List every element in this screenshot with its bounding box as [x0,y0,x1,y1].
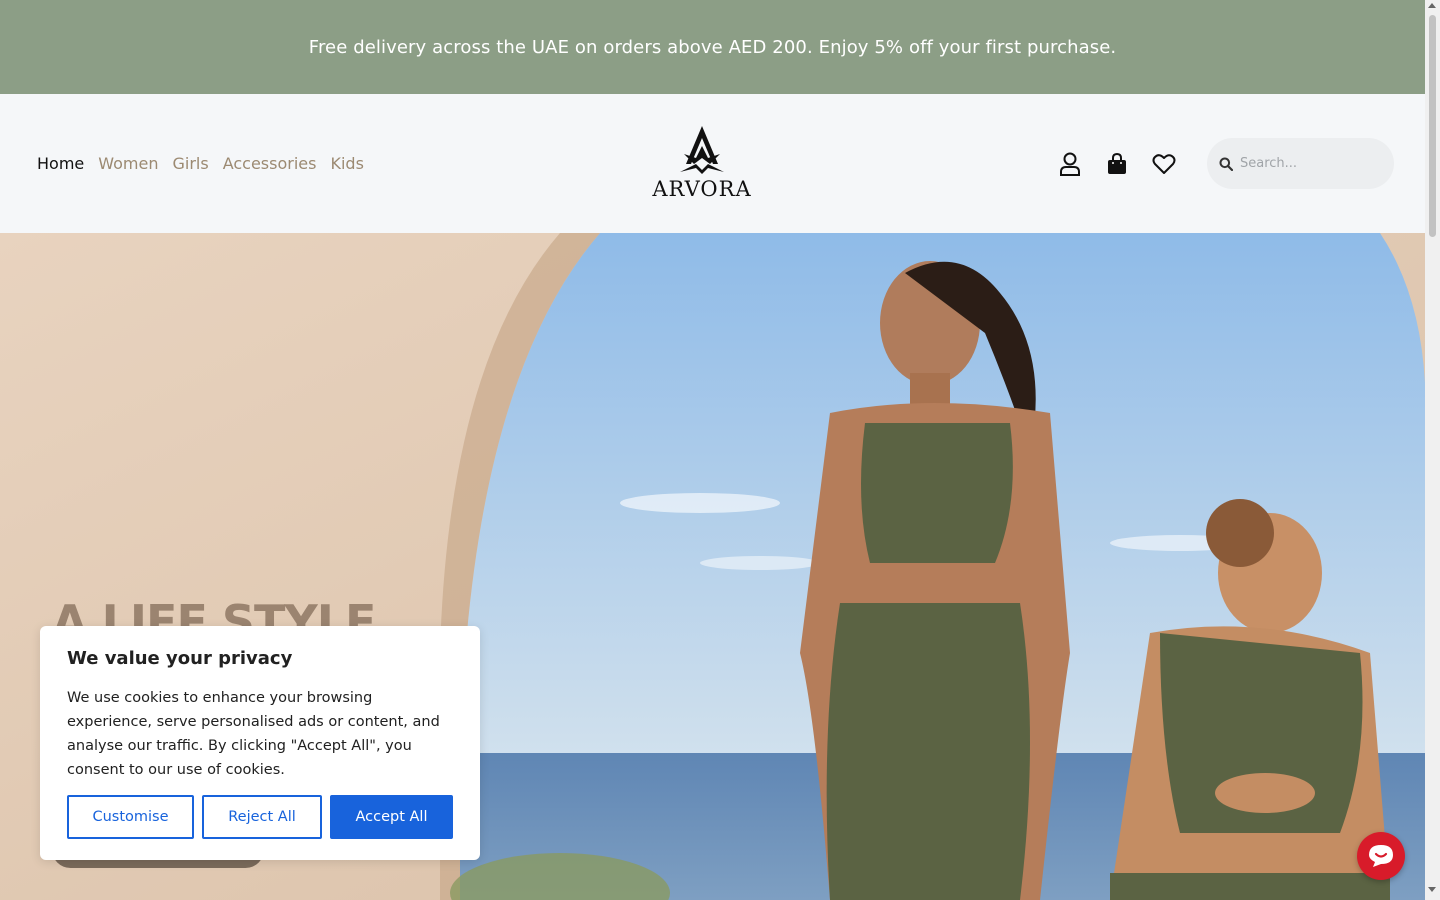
search-box [1207,138,1394,189]
customise-button[interactable]: Customise [67,795,194,839]
cookie-title: We value your privacy [67,648,293,669]
search-input[interactable] [1240,156,1380,171]
cookie-consent-banner: We value your privacy We use cookies to … [40,626,480,860]
nav-item-women[interactable]: Women [98,154,158,173]
brand-logo[interactable]: ARVORA [652,124,752,204]
cookie-body: We use cookies to enhance your browsing … [67,690,440,778]
scroll-down-arrow-icon[interactable] [1428,887,1436,892]
announcement-text: Free delivery across the UAE on orders a… [308,36,1117,58]
main-nav: Home Women Girls Accessories Kids [37,94,364,233]
brand-name: ARVORA [652,177,752,201]
nav-item-home[interactable]: Home [37,154,84,173]
nav-item-girls[interactable]: Girls [173,154,209,173]
header-actions [1058,94,1176,233]
chat-widget-button[interactable] [1357,832,1405,880]
nav-item-kids[interactable]: Kids [330,154,363,173]
nav-item-accessories[interactable]: Accessories [223,154,317,173]
announcement-bar: Free delivery across the UAE on orders a… [0,0,1425,94]
accept-all-button[interactable]: Accept All [330,795,453,839]
site-header: Home Women Girls Accessories Kids ARVORA [0,94,1425,233]
user-icon[interactable] [1058,152,1082,176]
scroll-thumb[interactable] [1429,15,1436,237]
page-scrollbar[interactable] [1425,0,1440,900]
heart-icon[interactable] [1152,152,1176,176]
logo-emblem-icon [680,126,724,174]
cookie-actions: Customise Reject All Accept All [67,795,453,839]
reject-all-button[interactable]: Reject All [202,795,322,839]
scroll-up-arrow-icon[interactable] [1428,3,1436,8]
shopping-bag-icon[interactable] [1105,152,1129,176]
search-icon [1219,157,1233,171]
chat-bubble-icon [1369,845,1393,867]
